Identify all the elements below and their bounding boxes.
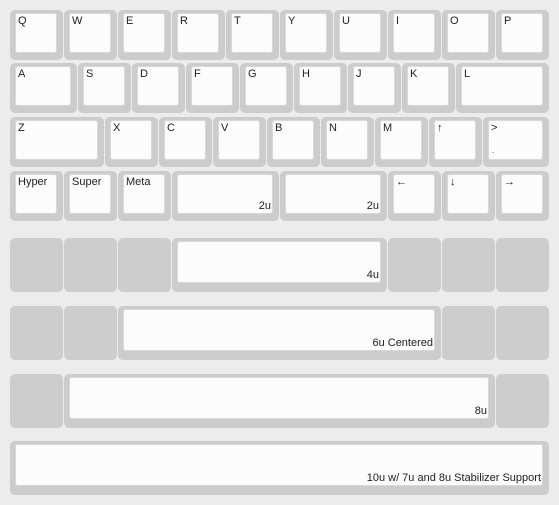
key-size-label: 6u Centered — [372, 337, 433, 349]
key-label: L — [464, 68, 471, 80]
key-u[interactable]: U — [334, 10, 387, 60]
key-right-arrow[interactable]: → — [496, 171, 549, 221]
key-p[interactable]: P — [496, 10, 549, 60]
key-t[interactable]: T — [226, 10, 279, 60]
right-arrow-icon: → — [504, 176, 515, 188]
key-size-label: 10u w/ 7u and 8u Stabilizer Support — [366, 472, 541, 484]
key-m[interactable]: M — [375, 117, 428, 167]
key-label: O — [450, 15, 459, 27]
key-label: G — [248, 68, 257, 80]
key-size-label: 2u — [258, 200, 271, 212]
blank-key — [118, 238, 171, 292]
key-s[interactable]: S — [78, 63, 131, 113]
key-label: B — [275, 122, 283, 134]
blank-key — [64, 238, 117, 292]
key-label: T — [234, 15, 241, 27]
key-left-arrow[interactable]: ← — [388, 171, 441, 221]
key-n[interactable]: N — [321, 117, 374, 167]
key-label: Hyper — [18, 176, 48, 188]
key-label: Z — [18, 122, 25, 134]
key-label: W — [72, 15, 83, 27]
blank-key — [442, 306, 495, 360]
key-meta[interactable]: Meta — [118, 171, 171, 221]
key-label: M — [383, 122, 393, 134]
blank-key — [10, 374, 63, 428]
key-label: R — [180, 15, 188, 27]
key-label: D — [140, 68, 148, 80]
key-j[interactable]: J — [348, 63, 401, 113]
key-h[interactable]: H — [294, 63, 347, 113]
key-label: > — [491, 122, 498, 134]
key-period[interactable]: >. — [483, 117, 549, 167]
key-label: C — [167, 122, 175, 134]
down-arrow-icon: ↓ — [450, 176, 456, 188]
key-size-label: 8u — [474, 405, 487, 417]
blank-key — [442, 238, 495, 292]
blank-key — [496, 306, 549, 360]
left-arrow-icon: ← — [396, 176, 407, 188]
key-e[interactable]: E — [118, 10, 171, 60]
key-o[interactable]: O — [442, 10, 495, 60]
key-label: U — [342, 15, 350, 27]
key-k[interactable]: K — [402, 63, 455, 113]
key-space-4u[interactable]: 4u — [172, 238, 387, 292]
key-label: P — [504, 15, 512, 27]
blank-key — [388, 238, 441, 292]
key-space-6u-centered[interactable]: 6u Centered — [118, 306, 441, 360]
key-space-2u-right[interactable]: 2u — [280, 171, 387, 221]
blank-key — [64, 306, 117, 360]
key-label-secondary: . — [492, 146, 495, 155]
key-size-label: 2u — [366, 200, 379, 212]
key-label: J — [356, 68, 362, 80]
key-label: X — [113, 122, 121, 134]
key-label: Meta — [126, 176, 151, 188]
key-f[interactable]: F — [186, 63, 239, 113]
blank-key — [496, 238, 549, 292]
key-label: V — [221, 122, 229, 134]
key-down-arrow[interactable]: ↓ — [442, 171, 495, 221]
key-label: A — [18, 68, 26, 80]
key-label: Y — [288, 15, 296, 27]
key-super[interactable]: Super — [64, 171, 117, 221]
key-z[interactable]: Z — [10, 117, 104, 167]
key-c[interactable]: C — [159, 117, 212, 167]
key-x[interactable]: X — [105, 117, 158, 167]
key-label: K — [410, 68, 418, 80]
key-label: F — [194, 68, 201, 80]
key-label: I — [396, 15, 400, 27]
key-w[interactable]: W — [64, 10, 117, 60]
key-label: Super — [72, 176, 102, 188]
key-size-label: 4u — [366, 269, 379, 281]
blank-key — [10, 238, 63, 292]
keyboard-layout: Q W E R T Y U I O P A S D F G H J K L Z … — [0, 0, 559, 505]
key-r[interactable]: R — [172, 10, 225, 60]
key-label: H — [302, 68, 310, 80]
key-i[interactable]: I — [388, 10, 441, 60]
key-v[interactable]: V — [213, 117, 266, 167]
key-g[interactable]: G — [240, 63, 293, 113]
blank-key — [496, 374, 549, 428]
up-arrow-icon: ↑ — [437, 122, 443, 134]
key-up-arrow[interactable]: ↑ — [429, 117, 482, 167]
key-l[interactable]: L — [456, 63, 549, 113]
key-label: Q — [18, 15, 27, 27]
key-d[interactable]: D — [132, 63, 185, 113]
key-y[interactable]: Y — [280, 10, 333, 60]
blank-key — [10, 306, 63, 360]
key-q[interactable]: Q — [10, 10, 63, 60]
key-space-2u-left[interactable]: 2u — [172, 171, 279, 221]
key-space-10u[interactable]: 10u w/ 7u and 8u Stabilizer Support — [10, 441, 549, 495]
key-b[interactable]: B — [267, 117, 320, 167]
key-label: S — [86, 68, 94, 80]
key-a[interactable]: A — [10, 63, 77, 113]
key-hyper[interactable]: Hyper — [10, 171, 63, 221]
key-label: N — [329, 122, 337, 134]
key-space-8u[interactable]: 8u — [64, 374, 495, 428]
key-label: E — [126, 15, 134, 27]
